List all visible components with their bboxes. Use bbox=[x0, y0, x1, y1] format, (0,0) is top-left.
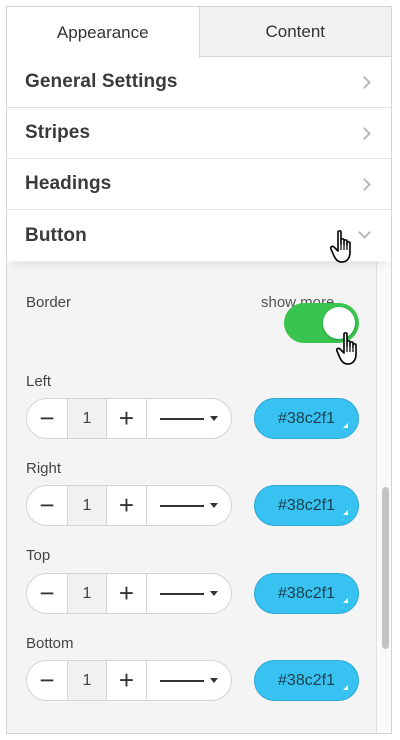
line-style-dropdown[interactable] bbox=[147, 399, 231, 438]
decrement-button[interactable]: − bbox=[27, 399, 68, 438]
width-value[interactable]: 1 bbox=[68, 574, 106, 613]
section-label: Button bbox=[25, 224, 87, 246]
increment-button[interactable]: + bbox=[106, 399, 147, 438]
caret-down-icon bbox=[210, 591, 218, 596]
border-bottom-color-button[interactable]: #38c2f1 bbox=[254, 660, 359, 701]
border-bottom-control: − 1 + bbox=[26, 660, 232, 701]
resize-corner-icon bbox=[343, 510, 348, 515]
border-top-control: − 1 + bbox=[26, 573, 232, 614]
scrollbar-thumb[interactable] bbox=[382, 487, 389, 649]
resize-corner-icon bbox=[343, 685, 348, 690]
tab-bar: Appearance Content bbox=[7, 7, 391, 58]
tab-appearance[interactable]: Appearance bbox=[7, 7, 200, 58]
chevron-right-icon bbox=[358, 177, 371, 191]
border-right-color-button[interactable]: #38c2f1 bbox=[254, 485, 359, 526]
width-value[interactable]: 1 bbox=[68, 661, 106, 700]
color-hex-label: #38c2f1 bbox=[278, 671, 335, 689]
solid-line-icon bbox=[160, 679, 204, 682]
chevron-right-icon bbox=[358, 75, 371, 89]
line-style-dropdown[interactable] bbox=[147, 661, 231, 700]
color-hex-label: #38c2f1 bbox=[278, 409, 335, 427]
solid-line-icon bbox=[160, 592, 204, 595]
section-general-settings[interactable]: General Settings bbox=[7, 57, 391, 108]
resize-corner-icon bbox=[343, 598, 348, 603]
solid-line-icon bbox=[160, 417, 204, 420]
chevron-down-icon bbox=[358, 226, 371, 239]
border-right-label: Right bbox=[26, 460, 62, 477]
chevron-right-icon bbox=[358, 126, 371, 140]
border-left-control: − 1 + bbox=[26, 398, 232, 439]
section-headings[interactable]: Headings bbox=[7, 159, 391, 210]
scrollbar-track[interactable] bbox=[377, 262, 391, 733]
section-label: General Settings bbox=[25, 71, 178, 92]
border-top-label: Top bbox=[26, 547, 51, 564]
border-heading: Border bbox=[26, 294, 72, 311]
section-label: Headings bbox=[25, 173, 112, 194]
border-left-color-button[interactable]: #38c2f1 bbox=[254, 398, 359, 439]
border-top-color-button[interactable]: #38c2f1 bbox=[254, 573, 359, 614]
resize-corner-icon bbox=[343, 423, 348, 428]
show-more-toggle[interactable] bbox=[284, 303, 359, 343]
section-button[interactable]: Button bbox=[7, 210, 391, 261]
tab-content[interactable]: Content bbox=[199, 7, 391, 56]
settings-panel: Appearance Content General Settings Stri… bbox=[6, 6, 392, 734]
caret-down-icon bbox=[210, 416, 218, 421]
border-right-control: − 1 + bbox=[26, 485, 232, 526]
border-left-label: Left bbox=[26, 373, 52, 390]
color-hex-label: #38c2f1 bbox=[278, 584, 335, 602]
decrement-button[interactable]: − bbox=[27, 661, 68, 700]
border-bottom-label: Bottom bbox=[26, 635, 74, 652]
color-hex-label: #38c2f1 bbox=[278, 496, 335, 514]
section-label: Stripes bbox=[25, 122, 91, 143]
width-value[interactable]: 1 bbox=[68, 486, 106, 525]
increment-button[interactable]: + bbox=[106, 661, 147, 700]
decrement-button[interactable]: − bbox=[27, 574, 68, 613]
section-stripes[interactable]: Stripes bbox=[7, 108, 391, 159]
decrement-button[interactable]: − bbox=[27, 486, 68, 525]
solid-line-icon bbox=[160, 504, 204, 507]
caret-down-icon bbox=[210, 503, 218, 508]
toggle-knob bbox=[323, 307, 355, 339]
increment-button[interactable]: + bbox=[106, 574, 147, 613]
caret-down-icon bbox=[210, 678, 218, 683]
line-style-dropdown[interactable] bbox=[147, 574, 231, 613]
width-value[interactable]: 1 bbox=[68, 399, 106, 438]
line-style-dropdown[interactable] bbox=[147, 486, 231, 525]
increment-button[interactable]: + bbox=[106, 486, 147, 525]
